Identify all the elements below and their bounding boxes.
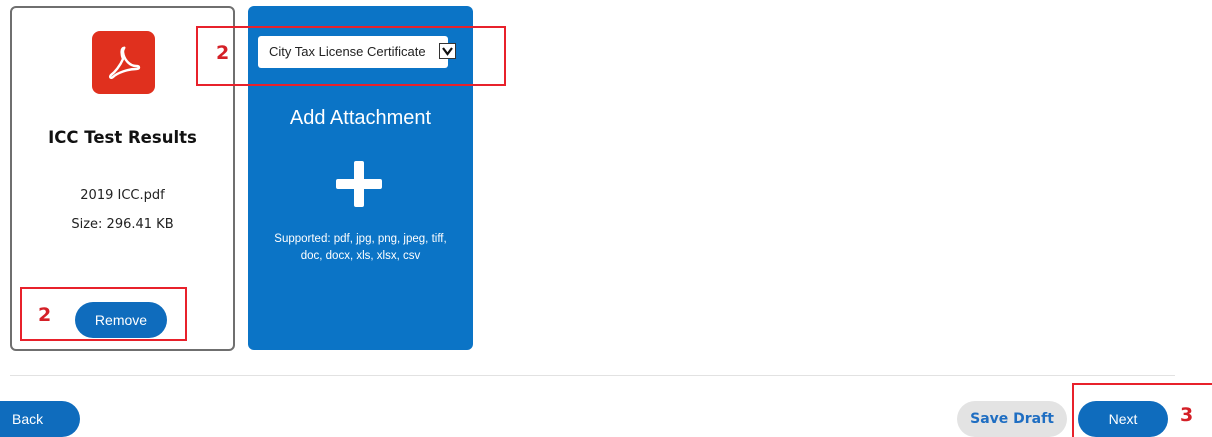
back-button-label: Back bbox=[12, 411, 44, 427]
annotation-number-remove: 2 bbox=[38, 304, 52, 326]
back-button[interactable]: Back bbox=[0, 401, 80, 437]
supported-formats-text: Supported: pdf, jpg, png, jpeg, tiff, do… bbox=[274, 233, 447, 262]
file-title: ICC Test Results bbox=[48, 128, 197, 147]
plus-icon[interactable] bbox=[336, 161, 382, 207]
file-size: Size: 296.41 KB bbox=[71, 217, 174, 232]
save-draft-button[interactable]: Save Draft bbox=[957, 401, 1067, 437]
pdf-icon bbox=[92, 31, 155, 94]
file-name: 2019 ICC.pdf bbox=[80, 188, 165, 203]
annotation-number-next: 3 bbox=[1180, 404, 1194, 426]
add-attachment-title: Add Attachment bbox=[289, 107, 432, 129]
annotation-number-select: 2 bbox=[216, 42, 230, 64]
annotation-box-select bbox=[196, 26, 506, 86]
divider bbox=[10, 375, 1175, 376]
